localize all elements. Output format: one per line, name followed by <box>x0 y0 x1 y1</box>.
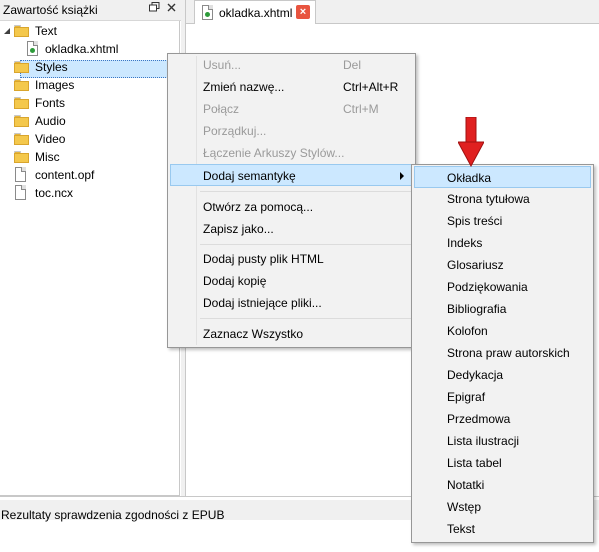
submenu-item-dedication[interactable]: Dedykacja <box>414 364 591 386</box>
expand-arrow-icon[interactable] <box>3 27 11 35</box>
semantics-submenu: Okładka Strona tytułowa Spis treści Inde… <box>411 164 594 543</box>
float-icon[interactable] <box>147 2 161 16</box>
submenu-item-list-of-tables[interactable]: Lista tabel <box>414 452 591 474</box>
submenu-item-foreword[interactable]: Przedmowa <box>414 408 591 430</box>
submenu-item-notes[interactable]: Notatki <box>414 474 591 496</box>
menu-item-link-stylesheets[interactable]: Łączenie Arkuszy Stylów... <box>170 142 413 164</box>
menu-item-add-existing-files[interactable]: Dodaj istniejące pliki... <box>170 292 413 314</box>
menu-item-open-with[interactable]: Otwórz za pomocą... <box>170 196 413 218</box>
menu-item-add-copy[interactable]: Dodaj kopię <box>170 270 413 292</box>
file-icon <box>15 167 26 182</box>
submenu-item-toc[interactable]: Spis treści <box>414 210 591 232</box>
submenu-item-list-of-illustrations[interactable]: Lista ilustracji <box>414 430 591 452</box>
menu-item-rename[interactable]: Zmień nazwę... Ctrl+Alt+R <box>170 76 413 98</box>
menu-separator <box>200 244 411 245</box>
submenu-item-text[interactable]: Tekst <box>414 518 591 540</box>
submenu-item-acknowledgements[interactable]: Podziękowania <box>414 276 591 298</box>
submenu-item-index[interactable]: Indeks <box>414 232 591 254</box>
red-arrow-icon <box>458 117 484 167</box>
menu-item-sort[interactable]: Porządkuj... <box>170 120 413 142</box>
folder-icon <box>14 97 29 109</box>
menu-item-add-blank-html[interactable]: Dodaj pusty plik HTML <box>170 248 413 270</box>
submenu-item-preface[interactable]: Wstęp <box>414 496 591 518</box>
folder-icon <box>14 61 29 73</box>
context-menu: Usuń... Del Zmień nazwę... Ctrl+Alt+R Połą… <box>167 53 416 348</box>
menu-item-delete[interactable]: Usuń... Del <box>170 54 413 76</box>
xhtml-file-icon <box>27 41 38 56</box>
tab-close-icon[interactable]: × <box>296 5 310 19</box>
folder-icon <box>14 25 29 37</box>
menu-item-add-semantics[interactable]: Dodaj semantykę <box>170 164 413 186</box>
submenu-item-title-page[interactable]: Strona tytułowa <box>414 188 591 210</box>
menu-item-merge[interactable]: Połącz Ctrl+M <box>170 98 413 120</box>
submenu-item-cover[interactable]: Okładka <box>414 166 591 188</box>
menu-separator <box>200 318 411 319</box>
folder-icon <box>14 151 29 163</box>
menu-item-save-as[interactable]: Zapisz jako... <box>170 218 413 240</box>
submenu-arrow-icon <box>400 172 404 180</box>
submenu-item-colophon[interactable]: Kolofon <box>414 320 591 342</box>
close-icon[interactable] <box>164 2 178 16</box>
book-browser-title: Zawartość książki <box>3 3 98 17</box>
book-tree: Text okladka.xhtml Styles Images Fonts A… <box>0 21 180 496</box>
file-icon <box>15 185 26 200</box>
validation-panel-title: Rezultaty sprawdzenia zgodności z EPUB <box>1 508 225 522</box>
xhtml-file-icon <box>202 5 213 20</box>
tab-bar: okladka.xhtml × <box>186 0 599 24</box>
submenu-item-epigraph[interactable]: Epigraf <box>414 386 591 408</box>
folder-icon <box>14 133 29 145</box>
submenu-item-bibliography[interactable]: Bibliografia <box>414 298 591 320</box>
book-browser-panel: Zawartość książki Text okladka.xhtml Sty… <box>0 0 181 496</box>
menu-separator <box>200 191 411 192</box>
book-browser-title-bar: Zawartość książki <box>0 0 181 21</box>
submenu-item-glossary[interactable]: Glosariusz <box>414 254 591 276</box>
menu-item-select-all[interactable]: Zaznacz Wszystko <box>170 323 413 345</box>
tab-okladka[interactable]: okladka.xhtml × <box>194 0 316 24</box>
tab-label: okladka.xhtml <box>219 6 293 20</box>
folder-icon <box>14 79 29 91</box>
submenu-item-copyright-page[interactable]: Strona praw autorskich <box>414 342 591 364</box>
folder-icon <box>14 115 29 127</box>
